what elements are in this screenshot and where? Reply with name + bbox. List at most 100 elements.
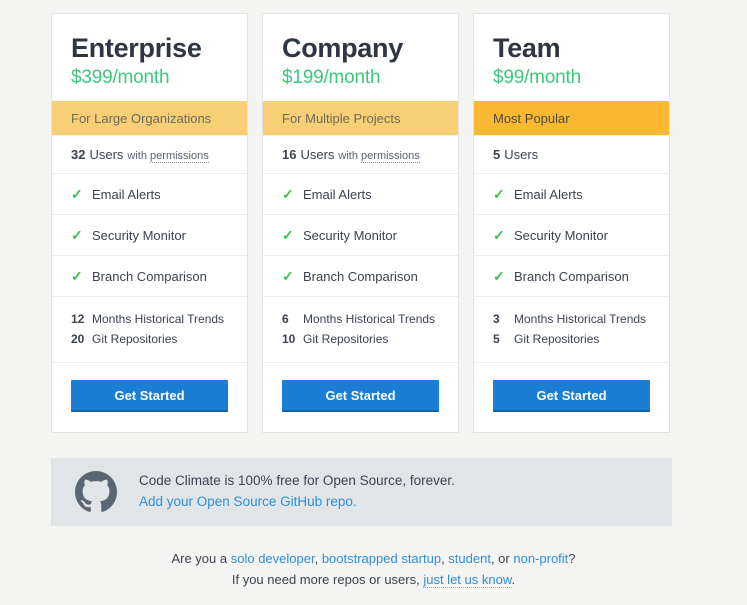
- feature-row: ✓ Branch Comparison: [474, 256, 669, 298]
- footer-line1-suffix: ?: [568, 551, 576, 566]
- users-count: 16: [282, 147, 297, 163]
- months-count: 3: [493, 312, 500, 327]
- get-started-button[interactable]: Get Started: [71, 380, 228, 413]
- cta-wrap: Get Started: [474, 363, 669, 432]
- card-header: Company $199/month: [263, 14, 458, 101]
- plan-price: $199/month: [282, 67, 381, 89]
- get-started-button[interactable]: Get Started: [282, 380, 439, 413]
- check-icon: ✓: [282, 268, 294, 285]
- users-suffix: with permissions: [127, 150, 209, 164]
- open-source-headline: Code Climate is 100% free for Open Sourc…: [139, 473, 455, 489]
- student-link[interactable]: student: [448, 551, 491, 566]
- users-label: Users: [300, 147, 335, 163]
- plan-meta-block: 6 Months Historical Trends 10 Git Reposi…: [263, 297, 458, 364]
- repos-count: 10: [282, 332, 296, 347]
- months-label: Months Historical Trends: [514, 312, 647, 327]
- feature-row: ✓ Security Monitor: [474, 215, 669, 257]
- months-count: 12: [71, 312, 85, 327]
- pricing-cards: Enterprise $399/month For Large Organiza…: [51, 13, 672, 434]
- card-header: Enterprise $399/month: [52, 14, 247, 101]
- get-started-button[interactable]: Get Started: [493, 380, 650, 413]
- users-suffix-pre: with: [338, 150, 358, 163]
- users-label: Users: [89, 147, 124, 163]
- users-count: 5: [493, 147, 501, 163]
- bootstrapped-startup-link[interactable]: bootstrapped startup: [322, 551, 441, 566]
- pricing-card-enterprise: Enterprise $399/month For Large Organiza…: [51, 13, 248, 434]
- permissions-tooltip-link[interactable]: permissions: [361, 150, 420, 164]
- check-icon: ✓: [493, 268, 505, 285]
- permissions-tooltip-link[interactable]: permissions: [150, 150, 209, 164]
- solo-developer-link[interactable]: solo developer: [231, 551, 315, 566]
- repos-label: Git Repositories: [514, 332, 600, 347]
- plan-name: Team: [493, 33, 561, 63]
- check-icon: ✓: [493, 227, 505, 244]
- feature-label: Security Monitor: [303, 227, 397, 243]
- footer-line2-suffix: .: [511, 572, 516, 588]
- months-row: 12 Months Historical Trends: [71, 309, 228, 329]
- feature-label: Email Alerts: [303, 186, 372, 202]
- feature-label: Security Monitor: [92, 227, 186, 243]
- months-row: 3 Months Historical Trends: [493, 309, 650, 329]
- footer-line2-prefix: If you need more repos or users,: [231, 572, 424, 588]
- repos-row: 20 Git Repositories: [71, 329, 228, 349]
- users-count: 32: [71, 147, 86, 163]
- open-source-text: Code Climate is 100% free for Open Sourc…: [139, 471, 455, 513]
- pricing-card-company: Company $199/month For Multiple Projects…: [262, 13, 459, 434]
- footer-line-1: Are you a solo developer, bootstrapped s…: [0, 548, 747, 569]
- plan-ribbon-most-popular: Most Popular: [474, 101, 669, 136]
- feature-row: ✓ Security Monitor: [263, 215, 458, 257]
- footer-line-2: If you need more repos or users, just le…: [0, 569, 747, 590]
- footer: Are you a solo developer, bootstrapped s…: [0, 548, 747, 591]
- plan-meta-block: 12 Months Historical Trends 20 Git Repos…: [52, 297, 247, 364]
- repos-row: 5 Git Repositories: [493, 329, 650, 349]
- users-label: Users: [504, 147, 539, 163]
- check-icon: ✓: [71, 268, 83, 285]
- months-label: Months Historical Trends: [303, 312, 436, 327]
- open-source-banner: Code Climate is 100% free for Open Sourc…: [51, 458, 672, 526]
- repos-count: 20: [71, 332, 85, 347]
- plan-ribbon: For Multiple Projects: [263, 101, 458, 136]
- feature-row: ✓ Email Alerts: [263, 174, 458, 216]
- repos-row: 10 Git Repositories: [282, 329, 439, 349]
- repos-label: Git Repositories: [303, 332, 389, 347]
- feature-label: Branch Comparison: [92, 268, 207, 284]
- cta-wrap: Get Started: [263, 363, 458, 432]
- pricing-card-team: Team $99/month Most Popular 5 Users ✓ Em…: [473, 13, 670, 434]
- github-icon: [75, 471, 117, 513]
- plan-name: Company: [282, 33, 403, 63]
- plan-users-row: 32 Users with permissions: [52, 135, 247, 175]
- plan-users-row: 16 Users with permissions: [263, 135, 458, 175]
- feature-row: ✓ Email Alerts: [52, 174, 247, 216]
- plan-meta-block: 3 Months Historical Trends 5 Git Reposit…: [474, 297, 669, 364]
- check-icon: ✓: [71, 227, 83, 244]
- months-count: 6: [282, 312, 289, 327]
- plan-name: Enterprise: [71, 33, 202, 63]
- plan-users-row: 5 Users: [474, 135, 669, 175]
- repos-count: 5: [493, 332, 500, 347]
- just-let-us-know-link[interactable]: just let us know: [423, 572, 512, 589]
- months-row: 6 Months Historical Trends: [282, 309, 439, 329]
- feature-label: Email Alerts: [514, 186, 583, 202]
- plan-ribbon: For Large Organizations: [52, 101, 247, 136]
- footer-sep-1: ,: [314, 551, 322, 566]
- feature-label: Branch Comparison: [514, 268, 629, 284]
- footer-line1-prefix: Are you a: [171, 551, 231, 566]
- plan-price: $99/month: [493, 67, 581, 89]
- cta-wrap: Get Started: [52, 363, 247, 432]
- feature-row: ✓ Security Monitor: [52, 215, 247, 257]
- plan-price: $399/month: [71, 67, 170, 89]
- feature-row: ✓ Email Alerts: [474, 174, 669, 216]
- repos-label: Git Repositories: [92, 332, 178, 347]
- feature-label: Security Monitor: [514, 227, 608, 243]
- non-profit-link[interactable]: non-profit: [513, 551, 568, 566]
- check-icon: ✓: [493, 186, 505, 203]
- check-icon: ✓: [71, 186, 83, 203]
- users-suffix-pre: with: [127, 150, 147, 163]
- add-open-source-repo-link[interactable]: Add your Open Source GitHub repo.: [139, 494, 357, 509]
- feature-row: ✓ Branch Comparison: [52, 256, 247, 298]
- card-header: Team $99/month: [474, 14, 669, 101]
- users-suffix: with permissions: [338, 150, 420, 164]
- check-icon: ✓: [282, 227, 294, 244]
- feature-label: Email Alerts: [92, 186, 161, 202]
- check-icon: ✓: [282, 186, 294, 203]
